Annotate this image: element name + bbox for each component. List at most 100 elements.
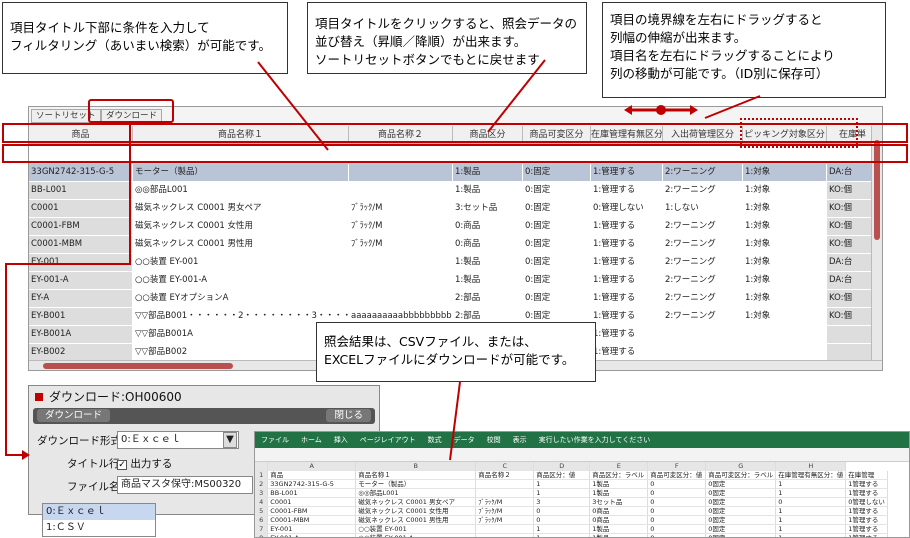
table-cell: 1:管理する	[591, 254, 663, 271]
dialog-download-button[interactable]: ダウンロード	[37, 409, 111, 422]
callout-line: 列幅の伸縮が出来ます。	[610, 30, 747, 45]
sheet-cell: 0固定	[705, 497, 777, 507]
title-row-checkbox[interactable]: ✓ 出力する	[117, 456, 172, 471]
sheet-cell: 0	[647, 533, 707, 537]
dialog-close-button[interactable]: 閉じる	[326, 409, 371, 422]
sheet-cell: ﾌﾞﾗｯｸ/M	[475, 515, 535, 525]
sheet-cell: 商品区分：値	[533, 470, 591, 480]
sheet-cell: 1	[775, 488, 847, 498]
sheet-cell: 商品名称２	[475, 470, 535, 480]
scroll-thumb[interactable]	[874, 140, 880, 240]
column-header[interactable]: 入出荷管理区分	[663, 126, 743, 143]
ribbon-tab[interactable]: 表示	[507, 432, 533, 448]
table-cell: 2:ワーニング	[663, 272, 743, 289]
table-cell: ﾌﾞﾗｯｸ/M	[349, 200, 453, 217]
table-row[interactable]: C0001-FBM 磁気ネックレス C0001 女性用 ﾌﾞﾗｯｸ/M 0:商品 0:固…	[29, 218, 879, 236]
column-header[interactable]: 商品名称２	[349, 126, 453, 143]
row-number: 4	[255, 497, 269, 507]
ribbon-tab[interactable]: ホーム	[295, 432, 328, 448]
row-number: 7	[255, 524, 269, 534]
table-cell: 1:対象	[743, 164, 827, 181]
column-header[interactable]: 在庫管理有無区分	[591, 126, 663, 143]
ribbon-tab[interactable]: ファイル	[255, 432, 295, 448]
callout-line: 列の移動が可能です。（ID別に保存可）	[610, 66, 829, 81]
table-cell: 0:固定	[523, 218, 591, 235]
dialog-title: ダウンロード:OH00600	[49, 390, 182, 404]
ribbon-tab[interactable]: 校閲	[481, 432, 507, 448]
sheet-cell: 1	[533, 479, 591, 489]
table-row[interactable]: C0001 磁気ネックレス C0001 男女ペア ﾌﾞﾗｯｸ/M 3:セット品 0:固定…	[29, 200, 879, 218]
table-cell	[349, 182, 453, 199]
filter-row[interactable]	[29, 145, 871, 164]
row-number: 6	[255, 515, 269, 525]
column-letter[interactable]: E	[589, 462, 649, 471]
table-cell: 3:セット品	[453, 200, 523, 217]
format-option[interactable]: 0:Ｅｘｃｅｌ	[43, 504, 155, 520]
column-letter[interactable]: G	[705, 462, 777, 471]
callout-line: フィルタリング（あいまい検索）が可能です。	[10, 38, 272, 53]
sheet-cell: 0	[647, 479, 707, 489]
table-cell: 0:固定	[523, 290, 591, 307]
table-row[interactable]: C0001-MBM 磁気ネックレス C0001 男性用 ﾌﾞﾗｯｸ/M 0:商品 0:固…	[29, 236, 879, 254]
ribbon-tab[interactable]: ページレイアウト	[354, 432, 422, 448]
sheet-cell: 3セット品	[589, 497, 649, 507]
table-cell: 33GN2742-315-G-5	[29, 164, 133, 181]
table-row[interactable]: EY-001 ○○装置 EY-001 1:製品 0:固定 1:管理する 2:ワーニング 1:…	[29, 254, 879, 272]
checkbox-icon: ✓	[117, 460, 127, 470]
excel-formula-bar	[255, 448, 909, 462]
sheet-cell: 1管理する	[845, 488, 888, 498]
dialog-icon	[35, 393, 43, 401]
table-row[interactable]: BB-L001 ◎◎部品L001 1:製品 0:固定 1:管理する 2:ワーニング 1:対象…	[29, 182, 879, 200]
ribbon-tab[interactable]: 実行したい作業を入力してください	[533, 432, 657, 448]
format-select[interactable]: 0:Ｅｘｃｅｌ	[117, 431, 239, 449]
title-row-label: タイトル行	[67, 458, 120, 470]
format-label: ダウンロード形式	[37, 435, 121, 447]
sort-callout: 項目タイトルをクリックすると、照会データの 並び替え（昇順／降順）が出来ます。 …	[307, 2, 587, 74]
column-letter[interactable]: H	[775, 462, 847, 471]
table-cell: ﾌﾞﾗｯｸ/M	[349, 218, 453, 235]
sheet-cell: 1	[775, 515, 847, 525]
ribbon-tab[interactable]: 数式	[422, 432, 448, 448]
table-cell: 0:固定	[523, 272, 591, 289]
table-cell: 1:管理する	[591, 182, 663, 199]
column-header[interactable]: ピッキング対象区分	[743, 126, 827, 143]
sheet-cell: 磁気ネックレス C0001 男女ペア	[355, 497, 477, 507]
table-row[interactable]: 33GN2742-315-G-5 モーター（製品） 1:製品 0:固定 1:管理する 2:…	[29, 164, 879, 182]
dialog-toolbar: ダウンロード 閉じる	[33, 408, 375, 424]
sort-reset-button[interactable]: ソートリセット	[31, 109, 101, 123]
column-header[interactable]: 商品	[29, 126, 133, 143]
table-cell: 1:対象	[743, 236, 827, 253]
table-cell: 1:管理する	[591, 326, 663, 343]
ribbon-tab[interactable]: データ	[448, 432, 481, 448]
column-header[interactable]: 商品名称１	[133, 126, 349, 143]
sheet-cell: 1製品	[589, 479, 649, 489]
sheet-cell: 1製品	[589, 524, 649, 534]
table-cell	[349, 290, 453, 307]
table-row[interactable]: EY-A ○○装置 EYオプションA 2:部品 0:固定 1:管理する 2:ワーニング 1:…	[29, 290, 879, 308]
table-cell: 磁気ネックレス C0001 女性用	[133, 218, 349, 235]
table-cell: 1:対象	[743, 200, 827, 217]
table-cell: C0001	[29, 200, 133, 217]
download-button[interactable]: ダウンロード	[101, 109, 163, 123]
column-letter[interactable]: D	[533, 462, 591, 471]
scroll-thumb[interactable]	[43, 363, 233, 369]
vertical-scrollbar[interactable]	[871, 126, 882, 361]
table-row[interactable]: EY-001-A ○○装置 EY-001-A 1:製品 0:固定 1:管理する 2:ワーニ…	[29, 272, 879, 290]
column-letter[interactable]: B	[355, 462, 477, 471]
format-option[interactable]: 1:ＣＳＶ	[43, 520, 155, 536]
table-cell: 1:管理する	[591, 290, 663, 307]
column-letter[interactable]: C	[475, 462, 535, 471]
sheet-cell: C0001-MBM	[267, 515, 357, 525]
column-header[interactable]: 商品区分	[453, 126, 523, 143]
sheet-cell: 0	[533, 506, 591, 516]
column-letter[interactable]: A	[267, 462, 357, 471]
column-header[interactable]: 商品可変区分	[523, 126, 591, 143]
row-number: 8	[255, 533, 269, 537]
sheet-cell: 在庫管理	[845, 470, 888, 480]
table-cell: 2:ワーニング	[663, 236, 743, 253]
sheet-cell: 0	[647, 515, 707, 525]
ribbon-tab[interactable]: 挿入	[328, 432, 354, 448]
sheet-cell: 3	[533, 497, 591, 507]
chevron-down-icon[interactable]: ▼	[223, 432, 237, 448]
column-letter[interactable]: F	[647, 462, 707, 471]
